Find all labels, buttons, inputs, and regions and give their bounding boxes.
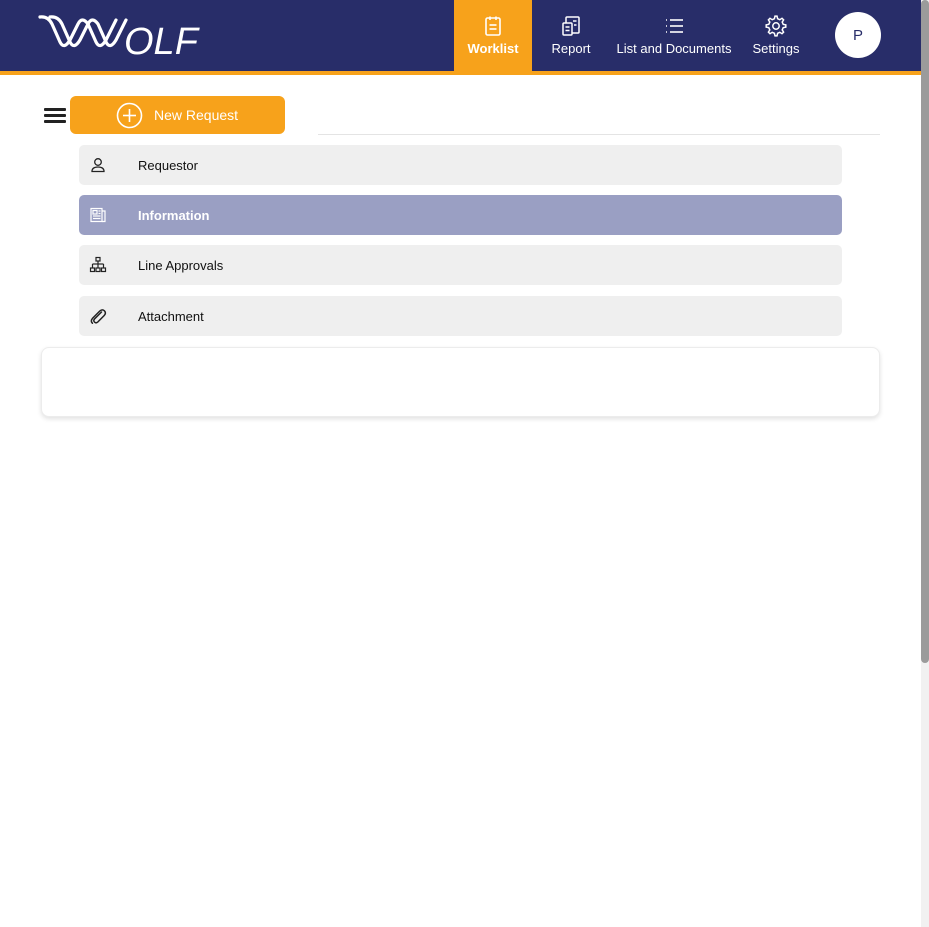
nav-label: Settings xyxy=(752,41,800,56)
user-icon xyxy=(89,156,107,174)
form-content-panel xyxy=(41,347,880,417)
document-icon xyxy=(89,206,107,224)
wolf-logo[interactable]: OLF xyxy=(38,12,208,58)
clipboard-icon xyxy=(482,15,504,37)
new-request-button[interactable]: New Request xyxy=(70,96,285,134)
step-label: Requestor xyxy=(138,158,198,173)
step-line-approvals[interactable]: Line Approvals xyxy=(79,245,842,285)
gear-icon xyxy=(765,15,787,37)
step-label: Attachment xyxy=(138,309,204,324)
scrollbar-thumb[interactable] xyxy=(921,0,929,663)
nav-report[interactable]: Report xyxy=(541,0,601,71)
report-icon xyxy=(560,15,582,37)
paperclip-icon xyxy=(89,307,107,325)
step-requestor[interactable]: Requestor xyxy=(79,145,842,185)
nav-list-and-documents[interactable]: List and Documents xyxy=(610,0,738,71)
nav-label: Worklist xyxy=(467,41,519,56)
step-label: Information xyxy=(138,208,210,223)
nav-worklist[interactable]: Worklist xyxy=(454,0,532,71)
page-scrollbar[interactable] xyxy=(921,0,929,927)
step-attachment[interactable]: Attachment xyxy=(79,296,842,336)
org-chart-icon xyxy=(89,256,107,274)
svg-text:OLF: OLF xyxy=(124,21,200,58)
new-request-label: New Request xyxy=(154,107,239,123)
header-accent-bar xyxy=(0,71,921,75)
user-avatar[interactable]: P xyxy=(835,12,881,58)
hamburger-icon[interactable] xyxy=(44,108,66,124)
top-navigation-bar: OLF Worklist Report List and Documents S… xyxy=(0,0,921,71)
nav-settings[interactable]: Settings xyxy=(744,0,808,71)
plus-circle-icon xyxy=(116,102,143,129)
nav-label: List and Documents xyxy=(616,41,732,56)
list-icon xyxy=(663,15,685,37)
step-label: Line Approvals xyxy=(138,258,224,273)
nav-label: Report xyxy=(551,41,591,56)
divider xyxy=(318,134,880,135)
step-information[interactable]: Information xyxy=(79,195,842,235)
